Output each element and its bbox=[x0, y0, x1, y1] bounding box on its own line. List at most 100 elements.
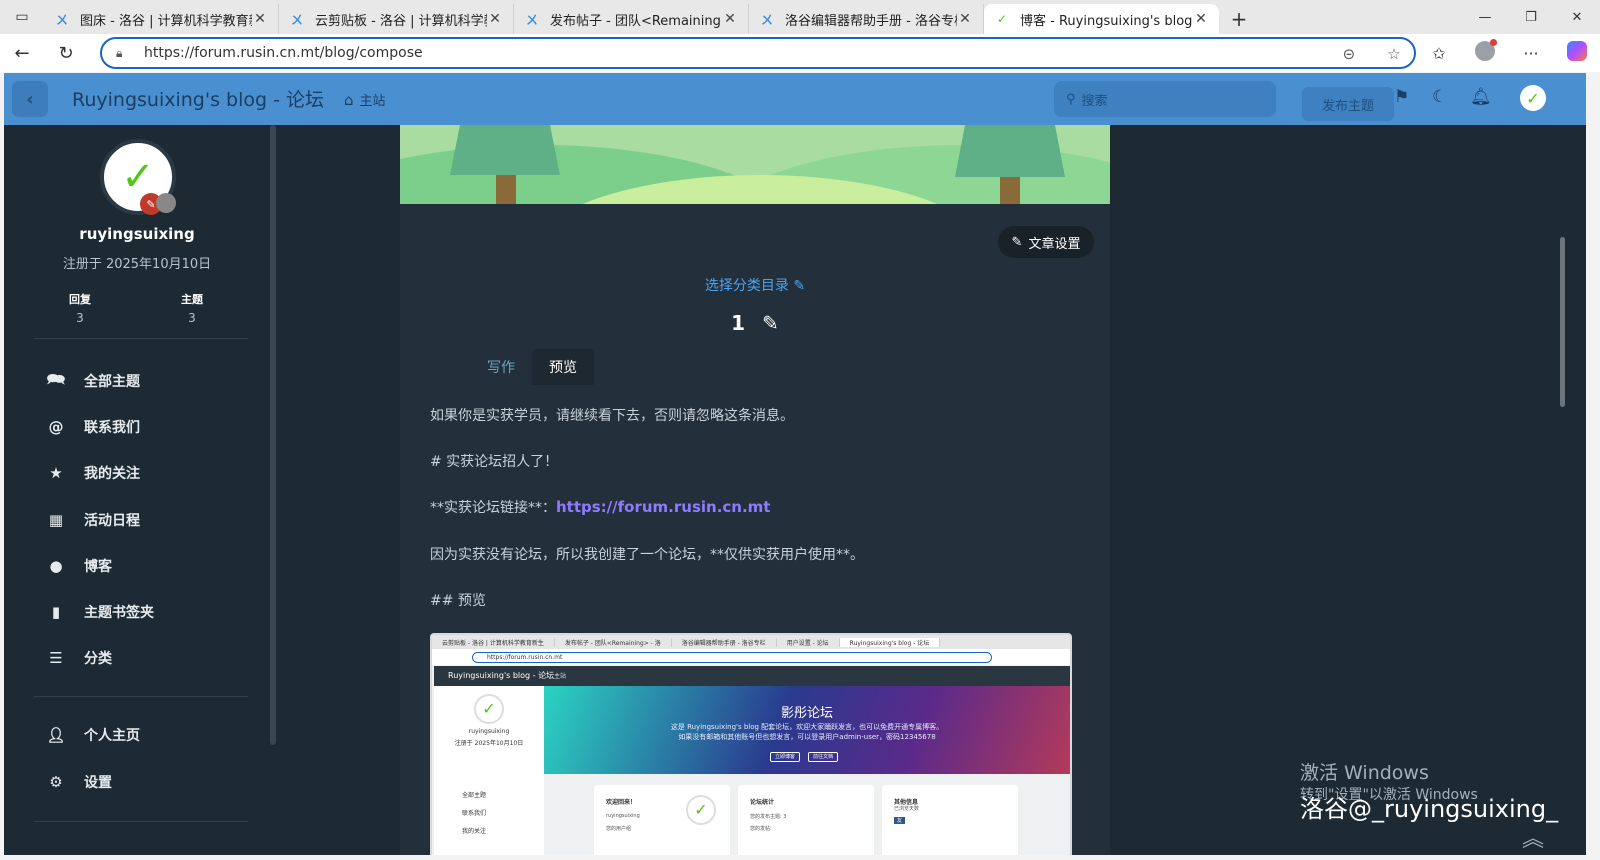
sidebar-item-settings[interactable]: ⚙ 设置 bbox=[44, 769, 112, 795]
sidebar-item-label: 博客 bbox=[84, 559, 112, 575]
shot-url: https://forum.rusin.cn.mt bbox=[472, 651, 992, 663]
calendar-icon: ▦ bbox=[48, 511, 64, 529]
username[interactable]: ruyingsuixing bbox=[4, 225, 270, 243]
pencil-icon: ✎ bbox=[1011, 234, 1023, 250]
moon-icon[interactable]: ☾ bbox=[1432, 87, 1447, 107]
shot-hero-title: 影彤论坛 bbox=[780, 706, 833, 721]
scroll-to-top-icon[interactable]: ︽ bbox=[1522, 821, 1544, 853]
favorite-star-icon[interactable]: ☆ bbox=[1374, 45, 1414, 63]
back-icon[interactable]: ← bbox=[0, 34, 44, 72]
shot-menu-item: 我的关注 bbox=[462, 828, 487, 835]
search-placeholder: 搜索 bbox=[1081, 93, 1108, 109]
comments-icon: 🗪︎ bbox=[46, 369, 66, 388]
sidebar-item-blog[interactable]: ● 博客 bbox=[44, 553, 112, 579]
forum-link[interactable]: https://forum.rusin.cn.mt bbox=[556, 498, 770, 516]
preview-heading: # 实获论坛招人了！ bbox=[430, 454, 559, 470]
sidebar-divider bbox=[34, 338, 248, 339]
bell-icon[interactable]: 🔔︎ bbox=[1470, 87, 1492, 107]
preview-paragraph: 因为实获没有论坛，所以我创建了一个论坛，**仅供实获用户使用**。 bbox=[430, 547, 864, 563]
refresh-icon[interactable]: ↻ bbox=[44, 34, 88, 72]
edit-title-icon[interactable]: ✎ bbox=[762, 311, 779, 335]
tab-title: 洛谷编辑器帮助手册 - 洛谷专栏 bbox=[785, 13, 957, 29]
sidebar-item-profile[interactable]: 👤︎ 个人主页 bbox=[44, 722, 140, 748]
sidebar-item-bookmarks[interactable]: ▮ 主题书签夹 bbox=[44, 599, 154, 625]
close-tab-icon[interactable]: ✕ bbox=[722, 11, 738, 27]
shot-card-text: ruyingsuixing bbox=[606, 813, 640, 819]
browser-tab[interactable]: ㄨ 洛谷编辑器帮助手册 - 洛谷专栏 ✕ bbox=[749, 4, 984, 34]
sidebar-item-label: 主题书签夹 bbox=[84, 605, 154, 621]
shot-hero-text: 如果没有邮箱和其他账号但也想发言，可以登录用户admin-user，密码1234… bbox=[678, 733, 936, 741]
compose-panel: ✎ 文章设置 选择分类目录 ✎ 1 ✎ 写作 预览 如果你是实获学员，请继续看下… bbox=[400, 125, 1110, 855]
favorites-icon[interactable]: ✩ bbox=[1416, 44, 1462, 63]
new-topic-button[interactable]: 发布主题 bbox=[1302, 87, 1394, 121]
shot-title: Ruyingsuixing's blog - 论坛 bbox=[448, 671, 555, 680]
minimize-icon[interactable]: — bbox=[1462, 0, 1508, 34]
sidebar-item-categories[interactable]: ☰ 分类 bbox=[44, 645, 112, 671]
home-label: 主站 bbox=[359, 94, 386, 109]
window-close-icon[interactable]: ✕ bbox=[1554, 0, 1600, 34]
search-input[interactable]: ⚲ 搜索 bbox=[1054, 81, 1276, 117]
site-title[interactable]: Ruyingsuixing's blog - 论坛 bbox=[72, 85, 324, 112]
profile-icon[interactable] bbox=[1462, 39, 1508, 65]
sidebar-item-following[interactable]: ★ 我的关注 bbox=[44, 460, 140, 486]
restore-icon[interactable]: ❐ bbox=[1508, 0, 1554, 34]
shot-urlbar: https://forum.rusin.cn.mt bbox=[432, 649, 1070, 665]
reader-mode-icon[interactable]: ⊝ bbox=[1329, 45, 1369, 63]
tab-preview[interactable]: 预览 bbox=[532, 349, 594, 385]
flag-icon[interactable]: ⚑ bbox=[1394, 87, 1409, 107]
sidebar-item-all-topics[interactable]: 🗪︎ 全部主题 bbox=[44, 368, 140, 394]
browser-tab[interactable]: ㄨ 发布帖子 - 团队<Remaining> - 洛 ✕ bbox=[514, 4, 749, 34]
shot-tab: 用户设置 - 论坛 bbox=[777, 637, 840, 647]
browser-tab-active[interactable]: ✓ 博客 - Ruyingsuixing's blog - 论坛 ✕ bbox=[984, 4, 1219, 34]
back-chevron-icon[interactable]: ‹ bbox=[12, 81, 48, 117]
choose-category-link[interactable]: 选择分类目录 ✎ bbox=[400, 275, 1110, 295]
preview-paragraph: 如果你是实获学员，请继续看下去，否则请忽略这条消息。 bbox=[430, 408, 794, 424]
luogu-favicon-icon: ㄨ bbox=[525, 12, 538, 27]
activate-windows-watermark: 激活 Windows bbox=[1300, 762, 1429, 784]
shot-card: 其他信息 已浏览天数 友 bbox=[882, 785, 1018, 855]
stat-label: 主题 bbox=[181, 293, 203, 306]
sidebar-item-label: 联系我们 bbox=[84, 420, 140, 436]
post-title[interactable]: 1 ✎ bbox=[400, 311, 1110, 335]
shot-menu-item: 全部主题 bbox=[462, 792, 487, 799]
browser-tab[interactable]: ㄨ 图床 - 洛谷 | 计算机科学教育新生 ✕ bbox=[44, 4, 279, 34]
close-tab-icon[interactable]: ✕ bbox=[487, 11, 503, 27]
tab-actions-icon[interactable]: ▭ bbox=[0, 0, 44, 34]
more-menu-icon[interactable]: ··· bbox=[1508, 44, 1554, 63]
search-icon: ⚲ bbox=[1066, 91, 1076, 107]
shot-card-text: 您的用户组 bbox=[606, 826, 632, 832]
sidebar: ✓ ✎ ruyingsuixing 注册于 2025年10月10日 回复 3 主… bbox=[4, 125, 278, 855]
new-tab-icon[interactable]: + bbox=[1219, 4, 1259, 34]
sidebar-item-contact[interactable]: @ 联系我们 bbox=[44, 414, 141, 440]
close-tab-icon[interactable]: ✕ bbox=[252, 11, 268, 27]
forum-header: ‹ Ruyingsuixing's blog - 论坛 ⌂ 主站 ⚲ 搜索 发布… bbox=[4, 73, 1586, 125]
sidebar-divider bbox=[34, 696, 248, 697]
sidebar-item-label: 我的关注 bbox=[84, 466, 140, 482]
list-icon: ☰ bbox=[49, 649, 63, 667]
tab-title: 图床 - 洛谷 | 计算机科学教育新生 bbox=[80, 13, 252, 29]
tab-write[interactable]: 写作 bbox=[470, 349, 532, 385]
address-bar[interactable]: 🔒︎ https://forum.rusin.cn.mt/blog/compos… bbox=[100, 37, 1416, 69]
copilot-icon[interactable] bbox=[1554, 41, 1600, 65]
close-tab-icon[interactable]: ✕ bbox=[957, 11, 973, 27]
shot-card-text: 已浏览天数 bbox=[894, 806, 920, 812]
sidebar-scrollbar[interactable] bbox=[270, 125, 276, 745]
url-text[interactable]: https://forum.rusin.cn.mt/blog/compose bbox=[144, 45, 1329, 61]
shot-card-title: 欢迎回来！ bbox=[606, 799, 637, 806]
shot-username: ruyingsuixing bbox=[468, 728, 510, 735]
shot-joined: 注册于 2025年10月10日 bbox=[454, 740, 524, 747]
close-tab-icon[interactable]: ✕ bbox=[1193, 11, 1209, 27]
luogu-favicon-icon: ㄨ bbox=[760, 12, 773, 27]
profile-avatar[interactable]: ✓ ✎ bbox=[100, 139, 176, 215]
shot-hero-button: 立即博客 bbox=[770, 752, 800, 762]
sidebar-item-calendar[interactable]: ▦ 活动日程 bbox=[44, 507, 140, 533]
home-link[interactable]: ⌂ 主站 bbox=[344, 90, 386, 110]
shot-tab: Ruyingsuixing's blog - 论坛 bbox=[839, 637, 941, 647]
lock-icon[interactable]: 🔒︎ bbox=[116, 46, 132, 61]
page-scrollbar[interactable] bbox=[1560, 237, 1565, 407]
shot-tabs: 云剪贴板 - 洛谷 | 计算机科学教育新生 发布帖子 - 团队<Remainin… bbox=[432, 635, 1070, 649]
article-settings-button[interactable]: ✎ 文章设置 bbox=[998, 226, 1094, 258]
shot-hero-button: 前往文档 bbox=[808, 752, 838, 762]
user-avatar[interactable]: ✓ bbox=[1520, 85, 1546, 111]
browser-tab[interactable]: ㄨ 云剪贴板 - 洛谷 | 计算机科学教育 ✕ bbox=[279, 4, 514, 34]
